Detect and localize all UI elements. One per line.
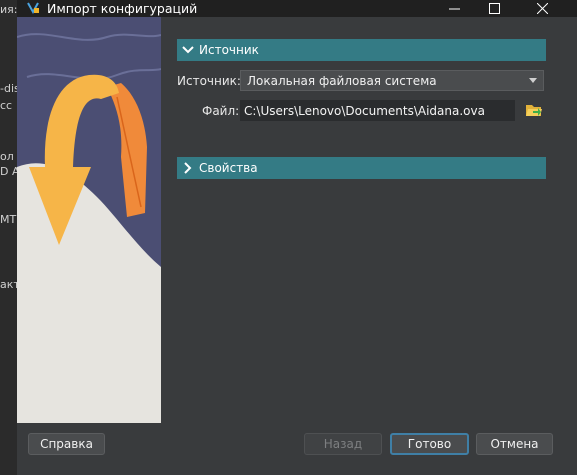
background-text: MT [0, 213, 17, 226]
virtualbox-app-icon [27, 2, 39, 15]
dropdown-arrow-icon [529, 78, 537, 83]
properties-section-label: Свойства [199, 161, 258, 175]
minimize-icon [448, 8, 460, 10]
maximize-button[interactable] [471, 0, 517, 17]
background-text: ол [0, 150, 14, 163]
background-text: -dis [0, 82, 17, 95]
title-bar[interactable]: Импорт конфигураций [17, 0, 577, 17]
wizard-illustration [17, 17, 161, 423]
maximize-icon [488, 3, 500, 14]
source-section-label: Источник [199, 43, 259, 57]
help-button[interactable]: Справка [28, 433, 105, 455]
background-window-strip: ия: -dis сс ол D A MT акт [0, 0, 17, 475]
source-section-header[interactable]: Источник [177, 39, 546, 61]
source-select[interactable]: Локальная файловая система [240, 70, 544, 91]
chevron-down-icon [177, 39, 199, 61]
close-icon [536, 3, 548, 14]
window-title: Импорт конфигураций [47, 1, 198, 16]
cancel-button[interactable]: Отмена [476, 433, 553, 455]
background-text: акт [0, 278, 17, 291]
properties-section-header[interactable]: Свойства [177, 157, 546, 179]
import-appliance-dialog: Импорт конфигураций Источник Источник: Л… [17, 0, 577, 475]
file-label: Файл: [202, 104, 240, 118]
folder-open-icon[interactable] [525, 101, 543, 119]
source-select-value: Локальная файловая система [247, 73, 437, 88]
finish-button[interactable]: Готово [390, 433, 469, 455]
close-button[interactable] [519, 0, 565, 17]
file-path-input[interactable] [240, 100, 515, 121]
back-button[interactable]: Назад [304, 433, 382, 455]
background-text: сс [0, 99, 13, 112]
wizard-content: Источник Источник: Локальная файловая си… [161, 17, 577, 423]
chevron-right-icon [177, 157, 199, 179]
dialog-footer: Справка Назад Готово Отмена [17, 423, 577, 475]
source-label: Источник: [177, 74, 241, 88]
background-text: ия: [0, 3, 17, 16]
background-text: D A [0, 165, 17, 178]
